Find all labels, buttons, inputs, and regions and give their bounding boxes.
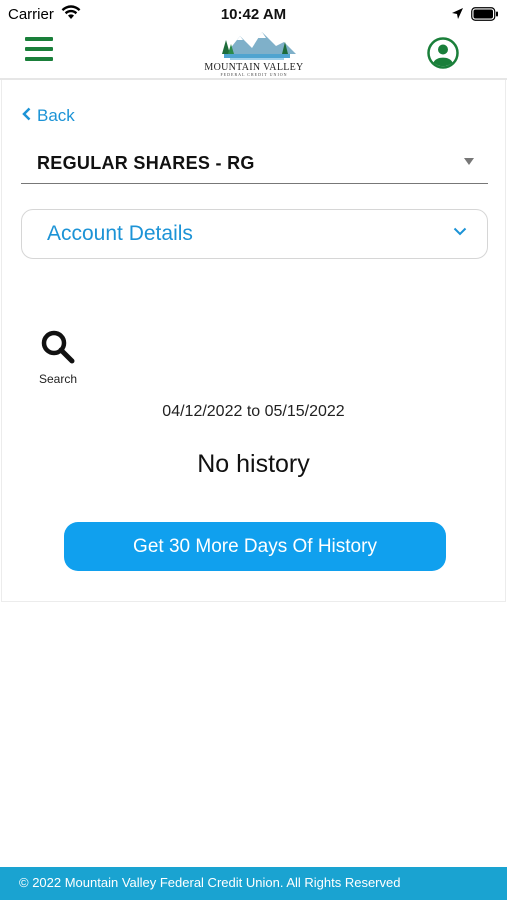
user-profile-icon[interactable] [427, 37, 459, 69]
logo-subtitle: FEDERAL CREDIT UNION [220, 72, 288, 77]
search-icon [40, 330, 76, 369]
account-history-panel: Back REGULAR SHARES - RG Account Details… [1, 80, 506, 602]
battery-icon [471, 7, 499, 26]
dropdown-caret-icon [464, 158, 474, 165]
status-time: 10:42 AM [220, 6, 287, 23]
search-label: Search [38, 372, 78, 386]
app-header: MOUNTAIN VALLEY FEDERAL CREDIT UNION [0, 28, 507, 80]
account-dropdown[interactable]: REGULAR SHARES - RG [21, 140, 488, 184]
account-selected-label: REGULAR SHARES - RG [37, 153, 255, 173]
footer: © 2022 Mountain Valley Federal Credit Un… [0, 867, 507, 900]
account-details-accordion[interactable]: Account Details [21, 209, 488, 259]
account-details-label: Account Details [47, 222, 193, 245]
chevron-left-icon [22, 106, 31, 126]
back-label: Back [37, 106, 75, 125]
location-arrow-icon [451, 7, 464, 25]
brand-logo: MOUNTAIN VALLEY FEDERAL CREDIT UNION [200, 30, 308, 77]
status-bar: Carrier 10:42 AM [0, 0, 507, 28]
mountain-logo-icon [222, 32, 296, 60]
copyright-text: © 2022 Mountain Valley Federal Credit Un… [19, 875, 401, 890]
back-link[interactable]: Back [22, 106, 75, 126]
search-button[interactable]: Search [38, 329, 78, 386]
no-history-message: No history [197, 450, 310, 478]
history-date-range: 04/12/2022 to 05/15/2022 [162, 403, 345, 420]
hamburger-icon[interactable] [25, 37, 53, 61]
chevron-down-icon [453, 223, 467, 241]
get-more-history-button[interactable]: Get 30 More Days Of History [64, 522, 446, 571]
